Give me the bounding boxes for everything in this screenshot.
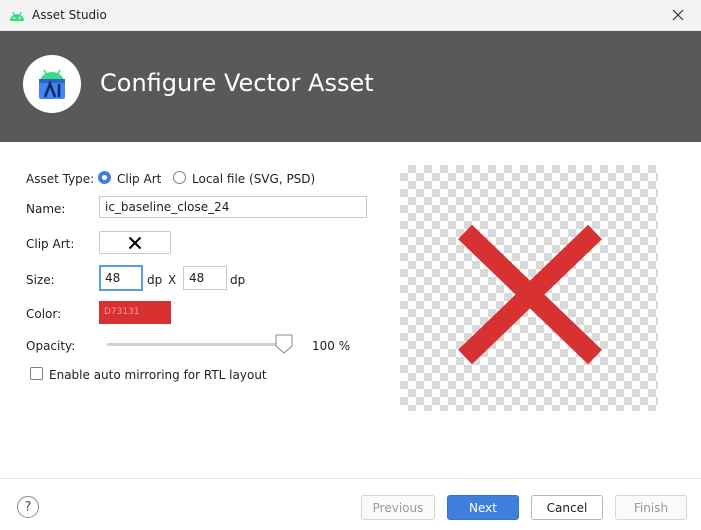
window-close-button[interactable] — [667, 4, 689, 26]
opacity-slider-track[interactable] — [107, 343, 290, 346]
android-studio-logo-icon — [23, 55, 81, 113]
opacity-label: Opacity: — [26, 339, 76, 353]
window-title: Asset Studio — [32, 8, 107, 22]
name-input[interactable] — [99, 196, 367, 218]
radio-local-file-label[interactable]: Local file (SVG, PSD) — [192, 172, 315, 186]
footer-divider — [0, 478, 701, 479]
size-height-unit: dp — [230, 273, 246, 287]
title-bar: Asset Studio — [0, 0, 701, 31]
opacity-value: 100 % — [312, 339, 351, 353]
radio-clip-art[interactable] — [98, 171, 111, 184]
name-label: Name: — [26, 202, 66, 216]
radio-clip-art-label[interactable]: Clip Art — [117, 172, 161, 186]
previous-button[interactable]: Previous — [361, 495, 435, 520]
auto-mirroring-label[interactable]: Enable auto mirroring for RTL layout — [49, 368, 267, 382]
radio-local-file[interactable] — [173, 171, 186, 184]
clip-art-button[interactable] — [99, 231, 171, 254]
opacity-slider-thumb[interactable] — [275, 334, 293, 357]
next-button[interactable]: Next — [447, 495, 519, 520]
help-icon: ? — [24, 499, 32, 515]
help-button[interactable]: ? — [17, 496, 39, 518]
color-label: Color: — [26, 307, 62, 321]
size-label: Size: — [26, 273, 55, 287]
close-icon — [458, 224, 602, 365]
icon-preview — [400, 165, 658, 411]
close-icon — [128, 236, 142, 249]
size-width-input[interactable] — [99, 265, 143, 291]
color-picker-button[interactable]: D73131 — [99, 301, 171, 324]
clip-art-label: Clip Art: — [26, 237, 75, 251]
size-height-input[interactable] — [183, 266, 227, 290]
android-icon — [9, 10, 25, 24]
size-width-unit: dp — [147, 273, 163, 287]
auto-mirroring-checkbox[interactable] — [30, 367, 43, 380]
asset-type-label: Asset Type: — [26, 172, 95, 186]
header-banner: Configure Vector Asset — [0, 31, 701, 142]
close-icon — [672, 9, 684, 21]
color-hex-value: D73131 — [104, 307, 140, 317]
page-title: Configure Vector Asset — [100, 69, 374, 97]
cancel-button[interactable]: Cancel — [531, 495, 603, 520]
size-separator: X — [168, 273, 177, 287]
finish-button[interactable]: Finish — [615, 495, 687, 520]
